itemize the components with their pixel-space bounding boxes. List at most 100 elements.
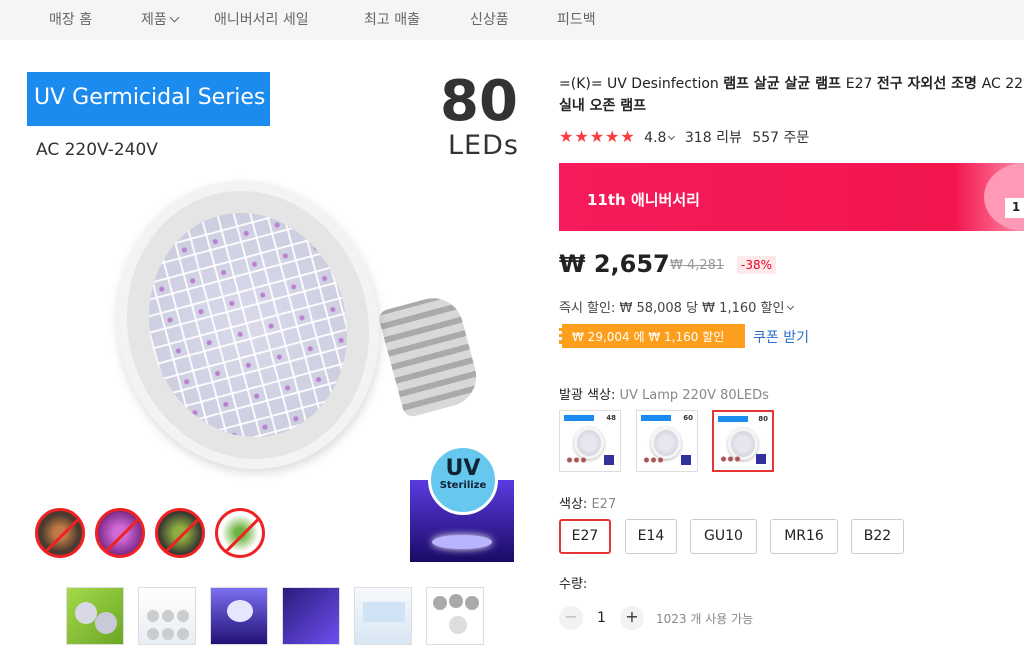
thumbnail-2[interactable] (138, 587, 196, 645)
emit-color-title: 발광 색상: (559, 388, 616, 403)
nav-products-label: 제품 (141, 12, 167, 28)
color-swatch-80[interactable]: 80 (712, 410, 774, 472)
thumbnail-bulb (162, 610, 174, 622)
nav-new-arrivals[interactable]: 신상품 (470, 9, 509, 29)
color-swatch-48[interactable]: 48 (559, 410, 621, 472)
product-title-line2: 실내 오존 램프 (559, 98, 647, 114)
swatch-header (641, 415, 671, 421)
title-part: =(K)= UV Desinfection (559, 76, 724, 92)
no-bacteria-icon (95, 508, 145, 558)
top-nav: 매장 홈 제품 애니버서리 세일 최고 매출 신상품 피드백 (0, 0, 1024, 40)
quantity-decrease-button[interactable]: − (559, 606, 583, 630)
chevron-down-icon[interactable] (668, 132, 676, 141)
swatch-bulb (574, 427, 604, 459)
no-mosquito-icon (155, 508, 205, 558)
chevron-down-icon (787, 302, 795, 311)
socket-title: 색상: (559, 497, 588, 512)
banner-countdown: 1 (1005, 198, 1024, 218)
title-part: 전구 자외선 조명 (876, 76, 982, 92)
swatch-dots (643, 457, 665, 463)
current-price: ₩ 2,657 (559, 250, 670, 278)
quantity-available: 1023 개 사용 가능 (656, 612, 754, 626)
socket-option-mr16[interactable]: MR16 (770, 519, 838, 554)
thumbnail-bulb (465, 596, 479, 610)
voltage-label: AC 220V-240V (36, 140, 158, 160)
nav-feedback[interactable]: 피드백 (557, 9, 596, 29)
quantity-label: 수량: (559, 577, 588, 592)
thumbnail-3[interactable] (210, 587, 268, 645)
instant-discount[interactable]: 즉시 할인: ₩ 58,008 당 ₩ 1,160 할인 (559, 297, 795, 316)
swatch-box (756, 454, 766, 464)
title-part: AC 220V (981, 76, 1024, 92)
thumbnail-bulb (449, 616, 467, 634)
thumbnail-6[interactable] (426, 587, 484, 645)
swatch-header (564, 415, 594, 421)
swatch-led-count: 48 (606, 414, 616, 422)
socket-option-e27[interactable]: E27 (559, 519, 611, 554)
thumbnail-bulb (433, 596, 447, 610)
product-title: =(K)= UV Desinfection 램프 살균 살균 램프 E27 전구… (559, 73, 1024, 117)
title-part: 램프 살균 살균 램프 (723, 76, 846, 92)
thumbnail-bulb (177, 610, 189, 622)
uv-glow (432, 535, 492, 549)
nav-products[interactable]: 제품 (141, 9, 180, 29)
bulb-face (84, 151, 412, 499)
banner-decoration (984, 163, 1024, 231)
review-count[interactable]: 318 리뷰 (685, 130, 742, 146)
color-swatch-60[interactable]: 60 (636, 410, 698, 472)
swatch-dots (720, 456, 742, 462)
original-price: ₩ 4,281 (670, 258, 725, 273)
led-count: 80 (440, 69, 518, 134)
thumbnail-1[interactable] (66, 587, 124, 645)
product-title-line1: =(K)= UV Desinfection 램프 살균 살균 램프 E27 전구… (559, 73, 1024, 95)
bulb-base (377, 291, 483, 419)
swatch-bulb (651, 427, 681, 459)
rating-row: ★★★★★ 4.8 318 리뷰 557 주문 (559, 127, 809, 147)
swatch-dots (566, 457, 588, 463)
thumbnail-bulb (147, 628, 159, 640)
bulb-image (84, 151, 412, 499)
thumbnail-4[interactable] (282, 587, 340, 645)
uv-label: UV (445, 456, 481, 481)
socket-option-b22[interactable]: B22 (851, 519, 904, 554)
order-count: 557 주문 (752, 130, 810, 146)
chevron-down-icon (169, 12, 180, 23)
no-virus-icon (215, 508, 265, 558)
thumbnail-bulb (162, 628, 174, 640)
thumbnail-5[interactable] (354, 587, 412, 645)
swatch-led-count: 80 (758, 415, 768, 423)
discount-badge: -38% (737, 256, 777, 274)
socket-label: 색상: E27 (559, 493, 616, 512)
socket-option-gu10[interactable]: GU10 (690, 519, 757, 554)
quantity-value[interactable]: 1 (597, 610, 606, 626)
no-mite-icon (35, 508, 85, 558)
swatch-header (718, 416, 748, 422)
product-main-image[interactable]: UV Germicidal Series AC 220V-240V 80 LED… (20, 60, 530, 570)
nav-anniversary-sale[interactable]: 애니버서리 세일 (214, 9, 309, 29)
get-coupon-link[interactable]: 쿠폰 받기 (753, 327, 809, 347)
nav-store-home[interactable]: 매장 홈 (49, 9, 92, 29)
thumbnail-table (363, 602, 405, 622)
emit-color-label: 발광 색상: UV Lamp 220V 80LEDs (559, 384, 769, 403)
socket-option-e14[interactable]: E14 (625, 519, 677, 554)
series-badge: UV Germicidal Series (27, 72, 270, 126)
coupon-tag: ₩ 29,004 에 ₩ 1,160 할인 (559, 324, 745, 348)
socket-value: E27 (591, 497, 617, 512)
swatch-led-count: 60 (683, 414, 693, 422)
swatch-box (681, 455, 691, 465)
thumbnail-bulb (449, 594, 463, 608)
thumbnail-bulb (147, 610, 159, 622)
rating-score[interactable]: 4.8 (644, 130, 666, 146)
thumbnail-bulb (227, 600, 253, 622)
uv-sub-label: Sterilize (439, 480, 487, 491)
led-unit: LEDs (448, 130, 519, 161)
quantity-increase-button[interactable]: + (620, 606, 644, 630)
title-part: E27 (845, 76, 877, 92)
emit-color-value: UV Lamp 220V 80LEDs (619, 388, 769, 403)
thumbnail-bulb (75, 602, 97, 624)
star-rating-icon: ★★★★★ (559, 127, 636, 146)
instant-discount-text: 즉시 할인: ₩ 58,008 당 ₩ 1,160 할인 (559, 301, 785, 316)
thumbnail-bulb (177, 628, 189, 640)
nav-top-selling[interactable]: 최고 매출 (364, 9, 420, 29)
uv-sterilize-badge: UV Sterilize (428, 445, 498, 515)
